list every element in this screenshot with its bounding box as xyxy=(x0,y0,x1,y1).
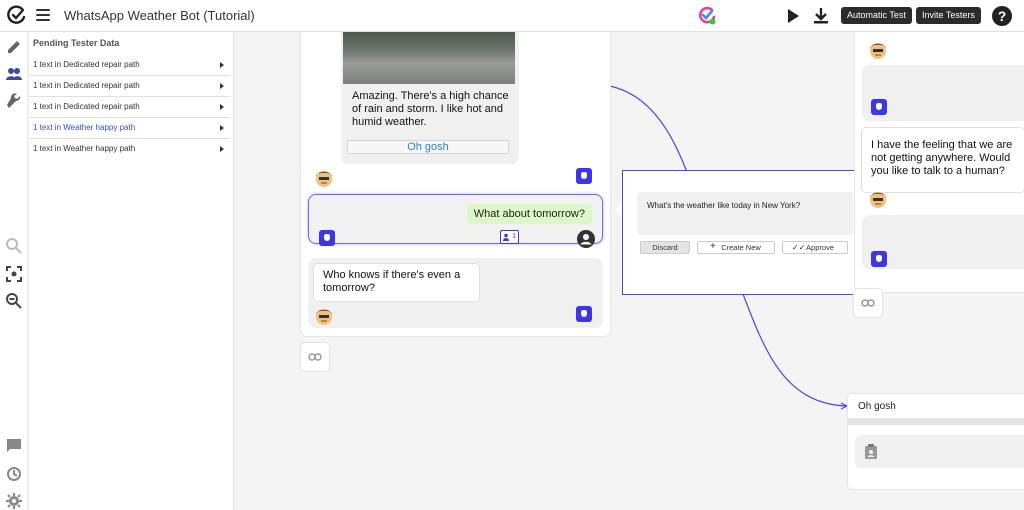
pending-row-label: 1 text in Weather happy path xyxy=(33,123,136,132)
bot-message-text: I have the feeling that we are not getti… xyxy=(871,139,1013,177)
node-divider xyxy=(848,418,1024,425)
pending-row-label: 1 text in Dedicated repair path xyxy=(33,102,140,111)
pending-row[interactable]: 1 text in Dedicated repair path xyxy=(29,97,230,118)
brand-logo-icon xyxy=(699,6,716,25)
create-new-button[interactable]: + Create New xyxy=(697,241,775,254)
popup-pointer xyxy=(615,203,622,217)
bot-message-bubble: I have the feeling that we are not getti… xyxy=(862,128,1024,192)
rain-image xyxy=(343,32,515,84)
chevron-right-icon xyxy=(220,125,224,131)
suggestion-popup: What's the weather like today in New Yor… xyxy=(615,170,867,295)
tester-icon xyxy=(503,233,509,241)
user-account-icon xyxy=(577,230,595,248)
hamburger-menu-icon[interactable] xyxy=(36,9,50,21)
pencil-icon[interactable] xyxy=(5,38,23,56)
link-button[interactable] xyxy=(854,289,882,317)
play-icon[interactable] xyxy=(786,8,800,24)
download-icon[interactable] xyxy=(813,7,829,25)
invite-testers-button[interactable]: Invite Testers xyxy=(916,7,981,24)
wrench-icon[interactable] xyxy=(5,93,23,111)
pending-row[interactable]: 1 text in Weather happy path xyxy=(29,118,230,139)
icon-rail xyxy=(0,32,28,510)
node-message-row xyxy=(855,435,1024,468)
bot-avatar-icon xyxy=(870,192,886,208)
page-title: WhatsApp Weather Bot (Tutorial) xyxy=(64,8,255,23)
pending-row[interactable]: 1 text in Dedicated repair path xyxy=(29,55,230,76)
bot-message-bubble: Who knows if there's even a tomorrow? xyxy=(314,264,479,301)
chat-icon[interactable] xyxy=(5,437,23,455)
chevron-right-icon xyxy=(220,146,224,152)
tester-count-badge[interactable]: 1 xyxy=(500,230,519,244)
bot-avatar-icon xyxy=(316,309,332,325)
users-icon[interactable] xyxy=(5,65,23,83)
app-logo-icon[interactable] xyxy=(6,5,26,25)
pending-row[interactable]: 1 text in Weather happy path xyxy=(29,139,230,160)
apple-platform-icon xyxy=(319,230,335,246)
apple-platform-icon xyxy=(871,251,887,267)
pending-row-label: 1 text in Dedicated repair path xyxy=(33,81,140,90)
link-button[interactable] xyxy=(301,343,329,371)
apple-platform-icon xyxy=(871,99,887,115)
bot-message-card: Who knows if there's even a tomorrow? xyxy=(308,258,603,328)
zoom-out-icon[interactable] xyxy=(5,292,23,310)
bot-message-text: Amazing. There's a high chance of rain a… xyxy=(352,90,509,128)
pending-row-label: 1 text in Weather happy path xyxy=(33,144,136,153)
discard-button[interactable]: Discard xyxy=(640,241,690,254)
tester-count: 1 xyxy=(512,233,516,240)
bot-message-card: Amazing. There's a high chance of rain a… xyxy=(341,32,519,164)
approve-button[interactable]: ✓✓ Approve xyxy=(782,241,848,254)
user-message-row[interactable]: What about tomorrow? 1 xyxy=(308,194,603,248)
popup-question: What's the weather like today in New Yor… xyxy=(637,192,853,235)
node-title: Oh gosh xyxy=(858,401,896,412)
zoom-in-icon[interactable] xyxy=(5,237,23,255)
pending-tester-panel: Pending Tester Data 1 text in Dedicated … xyxy=(29,32,234,510)
create-new-label: Create New xyxy=(721,243,761,252)
bot-message-text: Who knows if there's even a tomorrow? xyxy=(323,269,461,294)
top-bar: WhatsApp Weather Bot (Tutorial) Automati… xyxy=(0,0,1024,32)
automatic-test-button[interactable]: Automatic Test xyxy=(841,7,912,24)
link-icon xyxy=(861,299,875,307)
flow-canvas[interactable]: Amazing. There's a high chance of rain a… xyxy=(235,32,1024,510)
chevron-right-icon xyxy=(220,83,224,89)
panel-heading: Pending Tester Data xyxy=(33,38,120,48)
link-icon xyxy=(308,353,322,361)
user-message-bubble: What about tomorrow? xyxy=(466,204,592,224)
settings-gear-icon[interactable] xyxy=(5,492,23,510)
focus-icon[interactable] xyxy=(5,265,23,283)
bot-avatar-icon xyxy=(316,171,332,187)
conversation-card: I have the feeling that we are not getti… xyxy=(855,32,1024,292)
clipboard-icon xyxy=(865,444,877,459)
oh-gosh-node[interactable]: Oh gosh xyxy=(848,394,1024,489)
plus-icon: + xyxy=(710,241,716,252)
bot-avatar-icon xyxy=(870,43,886,59)
chevron-right-icon xyxy=(220,104,224,110)
help-icon[interactable]: ? xyxy=(992,6,1012,26)
apple-platform-icon xyxy=(576,168,592,184)
apple-platform-icon xyxy=(576,306,592,322)
double-check-icon: ✓✓ xyxy=(792,243,806,252)
approve-label: Approve xyxy=(806,243,834,252)
pending-row[interactable]: 1 text in Dedicated repair path xyxy=(29,76,230,97)
pending-row-label: 1 text in Dedicated repair path xyxy=(33,60,140,69)
chevron-right-icon xyxy=(220,62,224,68)
conversation-card: Amazing. There's a high chance of rain a… xyxy=(301,32,610,336)
history-icon[interactable] xyxy=(5,465,23,483)
quick-reply-button[interactable]: Oh gosh xyxy=(347,140,509,154)
